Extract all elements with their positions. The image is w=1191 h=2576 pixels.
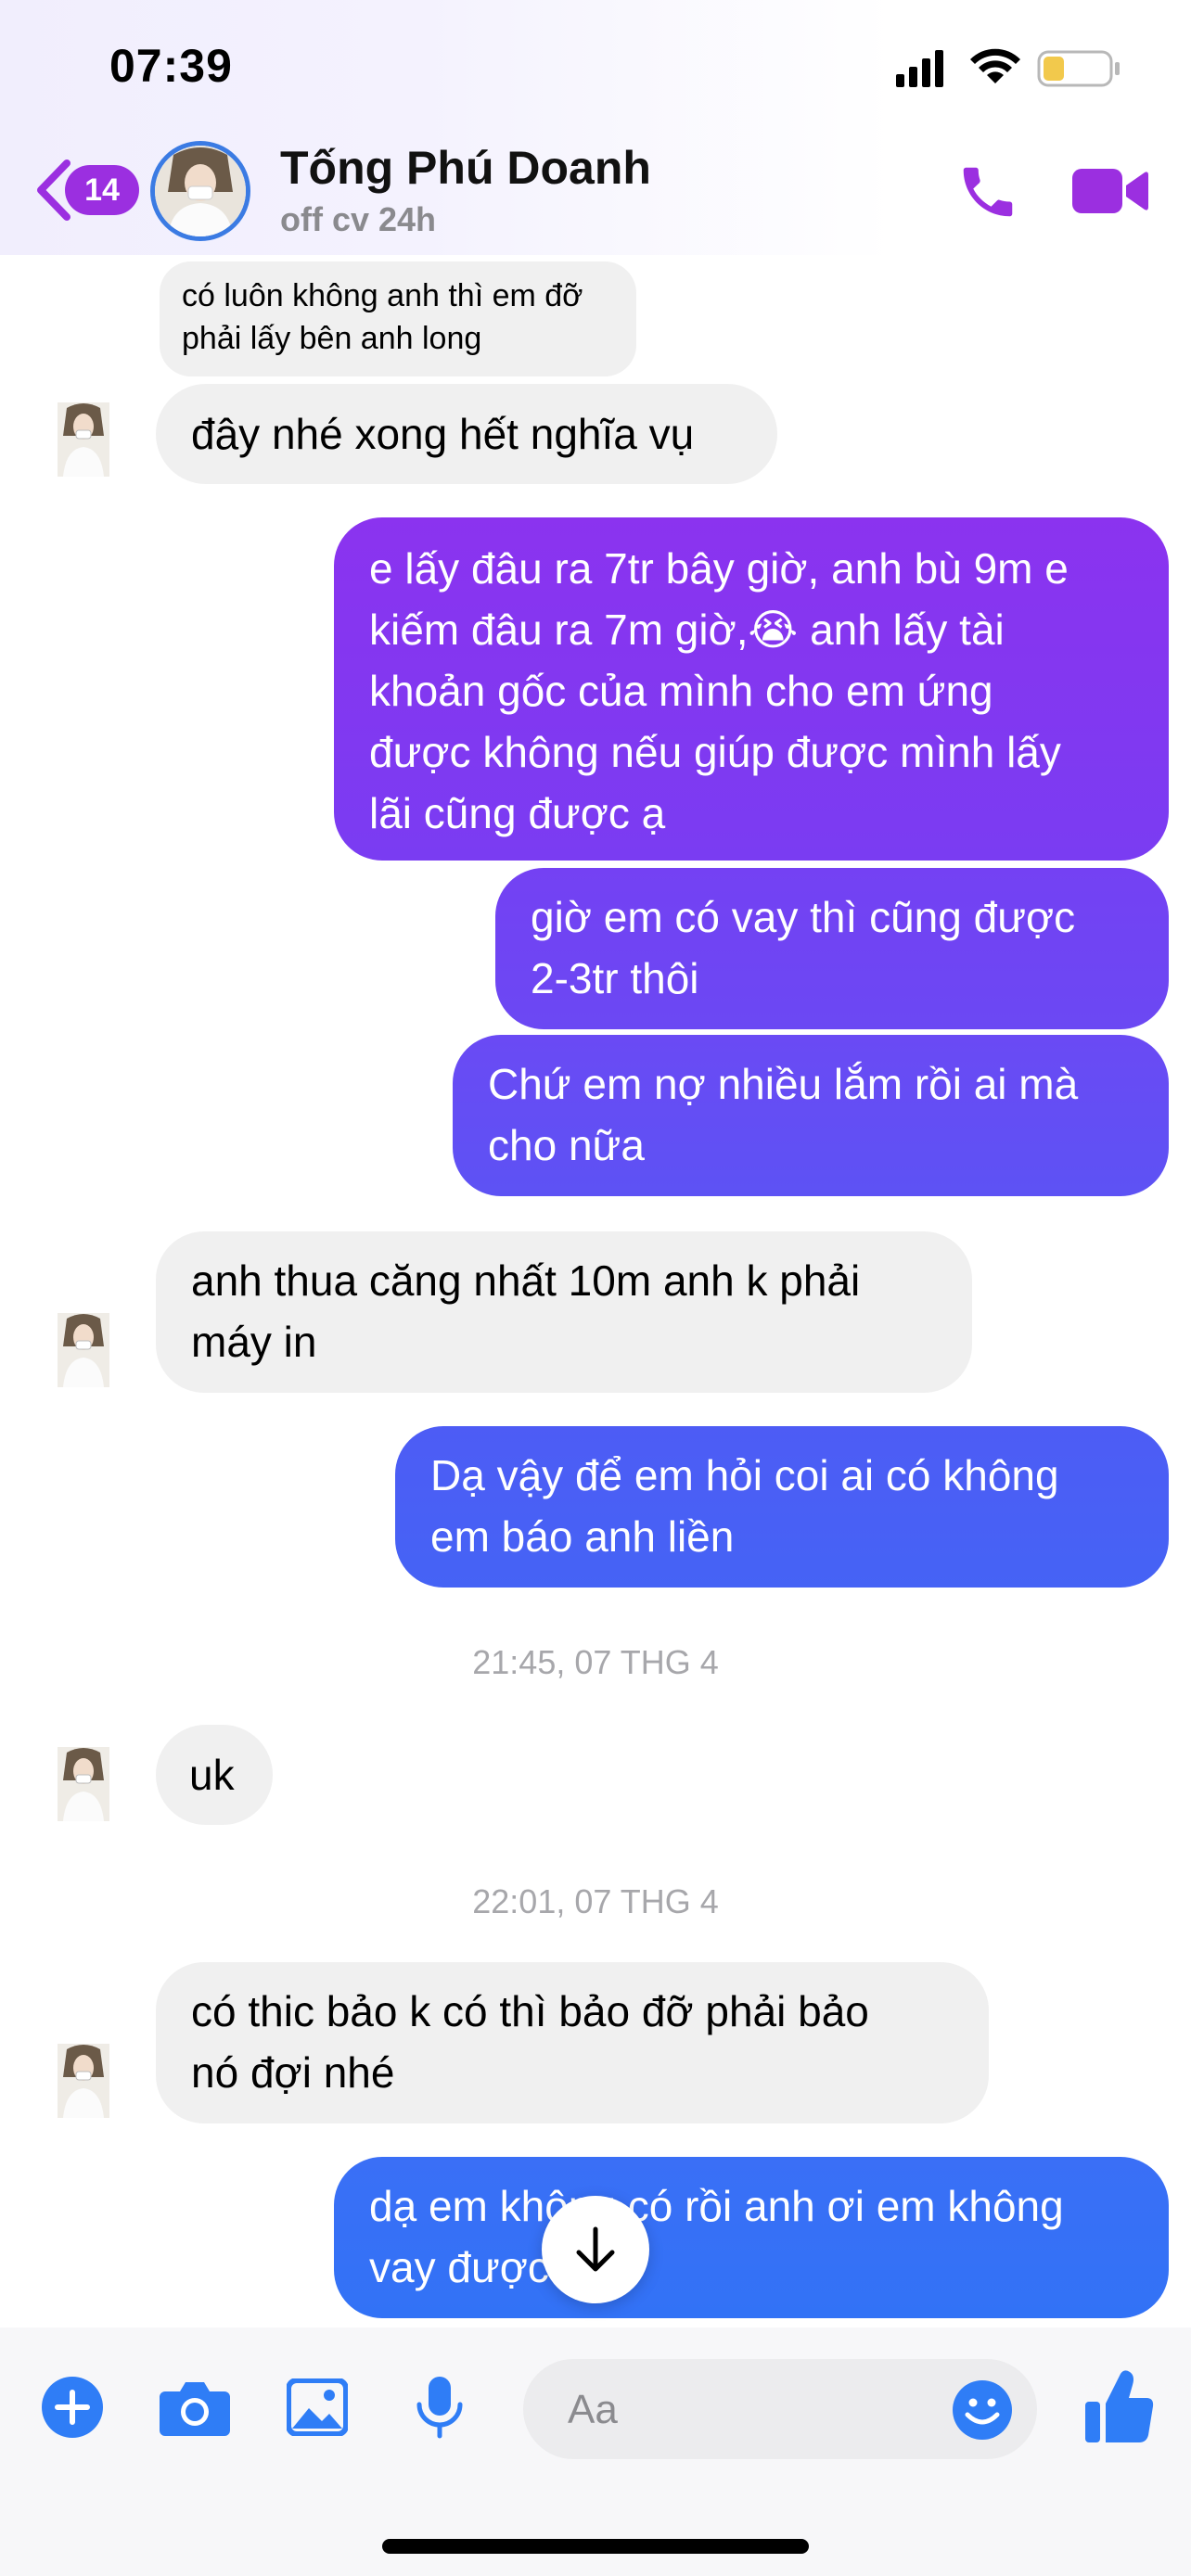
voice-button[interactable] bbox=[406, 2374, 473, 2441]
status-time: 07:39 bbox=[109, 40, 233, 92]
camera-button[interactable] bbox=[160, 2374, 230, 2441]
contact-message-avatar bbox=[58, 2044, 109, 2118]
message-input[interactable] bbox=[566, 2359, 922, 2461]
message-bubble-outgoing[interactable]: e lấy đâu ra 7tr bây giờ, anh bù 9m e ki… bbox=[334, 517, 1169, 861]
message-bubble-incoming[interactable]: uk bbox=[156, 1725, 273, 1825]
message-bubble-incoming[interactable]: có thic bảo k có thì bảo đỡ phải bảo nó … bbox=[156, 1962, 989, 2123]
message-bubble-outgoing[interactable]: giờ em có vay thì cũng được 2-3tr thôi bbox=[495, 868, 1169, 1029]
contact-message-avatar bbox=[58, 1313, 109, 1387]
wifi-icon bbox=[970, 48, 1020, 83]
scroll-to-bottom-button[interactable] bbox=[542, 2196, 649, 2303]
smiley-icon bbox=[953, 2380, 1012, 2440]
message-bubble-outgoing[interactable]: Dạ vậy để em hỏi coi ai có không em báo … bbox=[395, 1426, 1169, 1588]
message-bubble-incoming[interactable]: đây nhé xong hết nghĩa vụ bbox=[156, 384, 777, 484]
plus-circle-icon bbox=[42, 2377, 103, 2438]
microphone-icon bbox=[416, 2377, 463, 2439]
status-icons bbox=[896, 46, 1128, 91]
add-button[interactable] bbox=[39, 2374, 106, 2441]
message-input-box[interactable] bbox=[523, 2359, 1037, 2461]
contact-message-avatar bbox=[58, 402, 109, 477]
emoji-button[interactable] bbox=[952, 2379, 1013, 2441]
video-camera-icon bbox=[1072, 169, 1148, 213]
camera-icon bbox=[160, 2382, 230, 2436]
phone-icon bbox=[963, 167, 1013, 217]
thumbs-up-icon bbox=[1085, 2370, 1154, 2442]
cellular-signal-icon bbox=[896, 50, 943, 87]
like-button[interactable] bbox=[1083, 2368, 1154, 2446]
video-call-button[interactable] bbox=[1072, 163, 1148, 219]
call-button[interactable] bbox=[955, 159, 1020, 224]
message-bubble-incoming[interactable]: anh thua căng nhất 10m anh k phải máy in bbox=[156, 1231, 972, 1393]
gallery-button[interactable] bbox=[284, 2374, 351, 2441]
message-bubble-incoming[interactable]: có luôn không anh thì em đỡ phải lấy bên… bbox=[160, 261, 636, 376]
message-bubble-outgoing[interactable]: Chứ em nợ nhiều lắm rồi ai mà cho nữa bbox=[453, 1035, 1169, 1196]
contact-name[interactable]: Tống Phú Doanh bbox=[280, 141, 651, 195]
arrow-down-icon bbox=[576, 2226, 615, 2272]
contact-status: off cv 24h bbox=[280, 200, 437, 238]
image-icon bbox=[287, 2378, 348, 2436]
unread-count-badge: 14 bbox=[65, 165, 139, 215]
message-timestamp: 22:01, 07 THG 4 bbox=[472, 1882, 719, 1920]
message-timestamp: 21:45, 07 THG 4 bbox=[472, 1643, 719, 1681]
home-indicator bbox=[382, 2539, 809, 2554]
message-bubble-outgoing[interactable]: dạ em không có rồi anh ơi em không vay đ… bbox=[334, 2157, 1169, 2318]
contact-avatar[interactable] bbox=[150, 141, 250, 241]
contact-message-avatar bbox=[58, 1747, 109, 1821]
battery-icon bbox=[1037, 50, 1120, 87]
back-button[interactable]: 14 bbox=[33, 158, 139, 223]
